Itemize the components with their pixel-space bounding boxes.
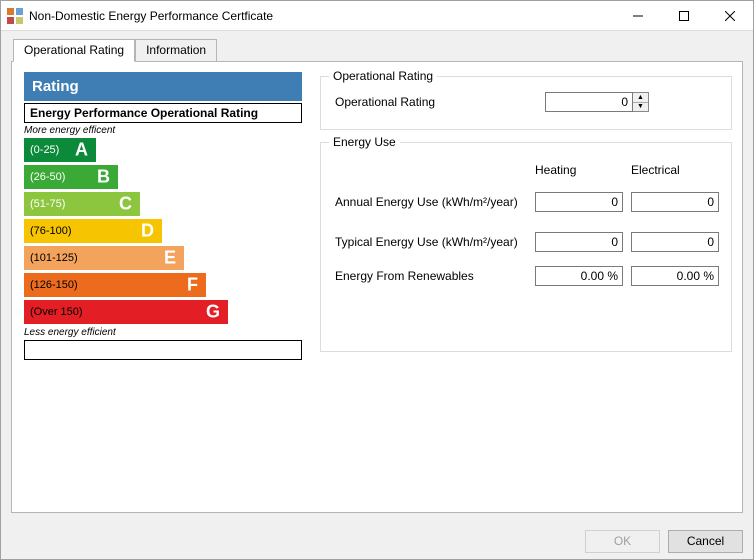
rating-band-b: (26-50) B: [24, 165, 118, 189]
band-letter: E: [164, 248, 176, 269]
maximize-button[interactable]: [661, 1, 707, 30]
rating-bars: (0-25) A (26-50) B (51-75) C (76-100) D: [24, 138, 302, 324]
operational-rating-label: Operational Rating: [335, 95, 435, 109]
spinner-down-icon[interactable]: ▼: [633, 103, 648, 112]
band-range: (0-25): [30, 144, 59, 156]
band-range: (51-75): [30, 198, 65, 210]
band-letter: A: [75, 140, 88, 161]
rating-band-a: (0-25) A: [24, 138, 96, 162]
rating-band-e: (101-125) E: [24, 246, 184, 270]
typical-heating-input[interactable]: [535, 232, 623, 252]
renewables-label: Energy From Renewables: [335, 269, 474, 283]
tab-panel-operational: Rating Energy Performance Operational Ra…: [11, 61, 743, 513]
titlebar: Non-Domestic Energy Performance Certfica…: [1, 1, 753, 31]
band-letter: B: [97, 167, 110, 188]
col-electrical: Electrical: [631, 163, 680, 177]
rating-panel: Rating Energy Performance Operational Ra…: [24, 72, 302, 360]
tab-information[interactable]: Information: [135, 39, 217, 62]
close-button[interactable]: [707, 1, 753, 30]
dialog-footer: OK Cancel: [1, 523, 753, 559]
group-legend: Energy Use: [329, 135, 400, 149]
col-heating: Heating: [535, 163, 576, 177]
annual-energy-label: Annual Energy Use (kWh/m²/year): [335, 195, 518, 209]
band-letter: G: [206, 302, 220, 323]
annual-electrical-input[interactable]: [631, 192, 719, 212]
cancel-button[interactable]: Cancel: [668, 530, 743, 553]
more-efficient-label: More energy efficent: [24, 125, 302, 136]
band-letter: F: [187, 275, 198, 296]
renew-electrical-input[interactable]: [631, 266, 719, 286]
rating-band-c: (51-75) C: [24, 192, 140, 216]
rating-band-d: (76-100) D: [24, 219, 162, 243]
less-efficient-label: Less energy efficient: [24, 327, 302, 338]
rating-result-box: [24, 340, 302, 360]
operational-rating-spinner[interactable]: ▲ ▼: [633, 92, 649, 112]
band-range: (101-125): [30, 252, 78, 264]
minimize-button[interactable]: [615, 1, 661, 30]
typical-electrical-input[interactable]: [631, 232, 719, 252]
window: Non-Domestic Energy Performance Certfica…: [0, 0, 754, 560]
ok-button: OK: [585, 530, 660, 553]
rating-header: Rating: [24, 72, 302, 101]
client-area: Operational Rating Information Rating En…: [1, 31, 753, 523]
band-range: (26-50): [30, 171, 65, 183]
band-letter: D: [141, 221, 154, 242]
rating-title: Energy Performance Operational Rating: [24, 103, 302, 123]
band-range: (Over 150): [30, 306, 83, 318]
group-energy-use: Energy Use Heating Electrical Annual Ene…: [320, 142, 732, 352]
rating-band-g: (Over 150) G: [24, 300, 228, 324]
tab-operational-rating[interactable]: Operational Rating: [13, 39, 135, 62]
rating-band-f: (126-150) F: [24, 273, 206, 297]
operational-rating-input[interactable]: [545, 92, 633, 112]
typical-energy-label: Typical Energy Use (kWh/m²/year): [335, 235, 518, 249]
group-legend: Operational Rating: [329, 69, 437, 83]
band-letter: C: [119, 194, 132, 215]
window-title: Non-Domestic Energy Performance Certfica…: [29, 9, 615, 23]
group-operational-rating: Operational Rating Operational Rating ▲ …: [320, 76, 732, 130]
spinner-up-icon[interactable]: ▲: [633, 93, 648, 103]
band-range: (76-100): [30, 225, 72, 237]
renew-heating-input[interactable]: [535, 266, 623, 286]
band-range: (126-150): [30, 279, 78, 291]
annual-heating-input[interactable]: [535, 192, 623, 212]
tabstrip: Operational Rating Information: [11, 39, 743, 62]
app-icon: [7, 8, 23, 24]
